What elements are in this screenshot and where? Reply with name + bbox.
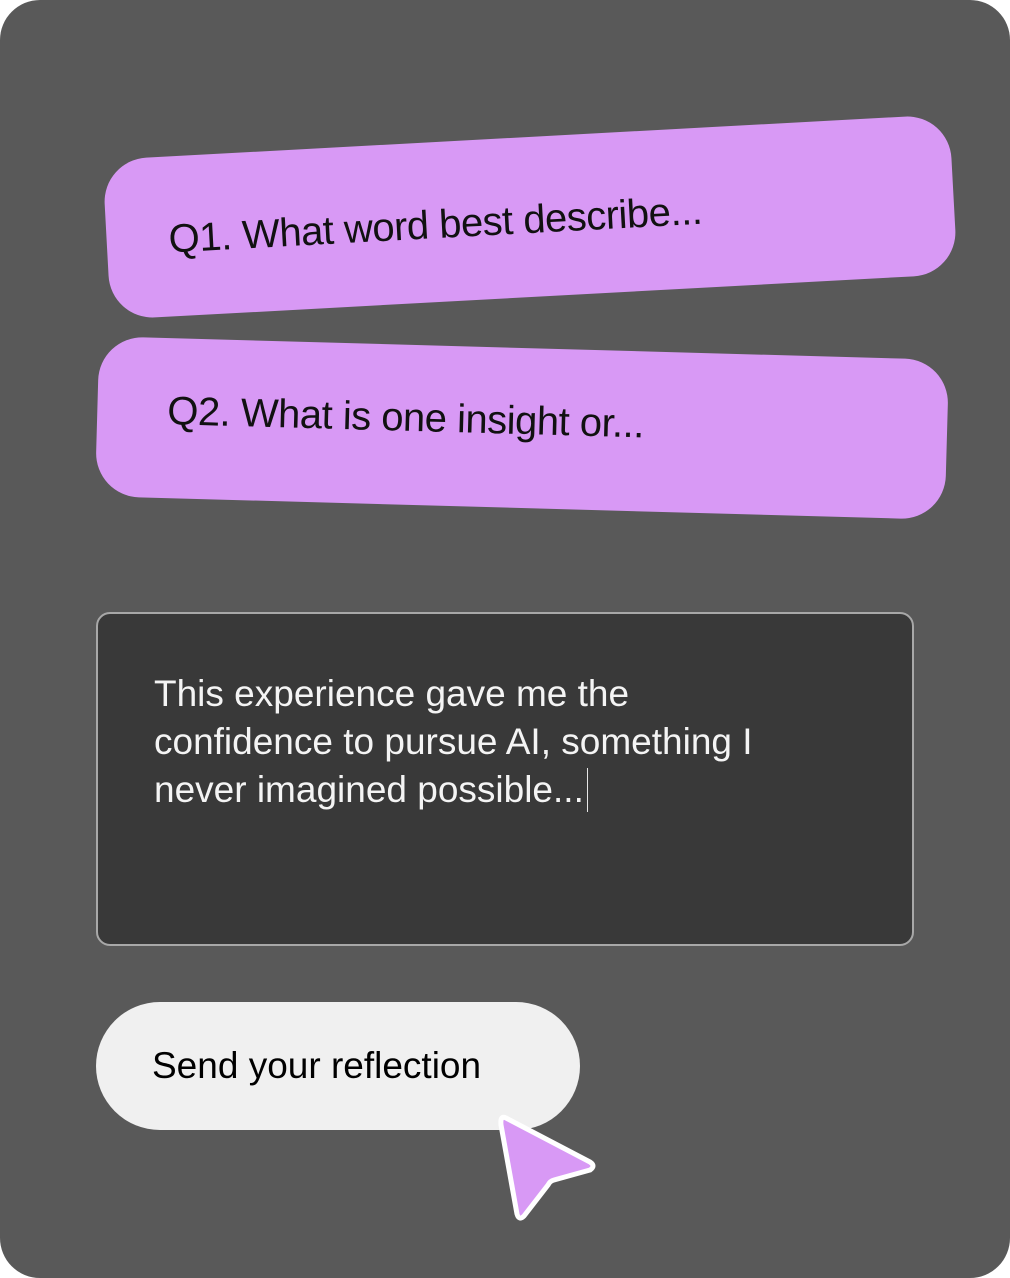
reflection-text-line-2: confidence to pursue AI, something I (154, 721, 753, 762)
reflection-text-line-3: never imagined possible... (154, 769, 584, 810)
reflection-textarea[interactable]: This experience gave me the confidence t… (96, 612, 914, 946)
question-1-label: Q1. What word best describe... (167, 188, 704, 262)
question-1-pill[interactable]: Q1. What word best describe... (102, 114, 958, 320)
question-2-label: Q2. What is one insight or... (166, 388, 645, 446)
reflection-card: Q1. What word best describe... Q2. What … (0, 0, 1010, 1278)
mouse-pointer-icon (498, 1114, 596, 1221)
text-caret (586, 768, 589, 812)
reflection-text-line-1: This experience gave me the (154, 673, 630, 714)
reflection-text: This experience gave me the confidence t… (154, 670, 852, 814)
question-2-pill[interactable]: Q2. What is one insight or... (94, 336, 950, 520)
